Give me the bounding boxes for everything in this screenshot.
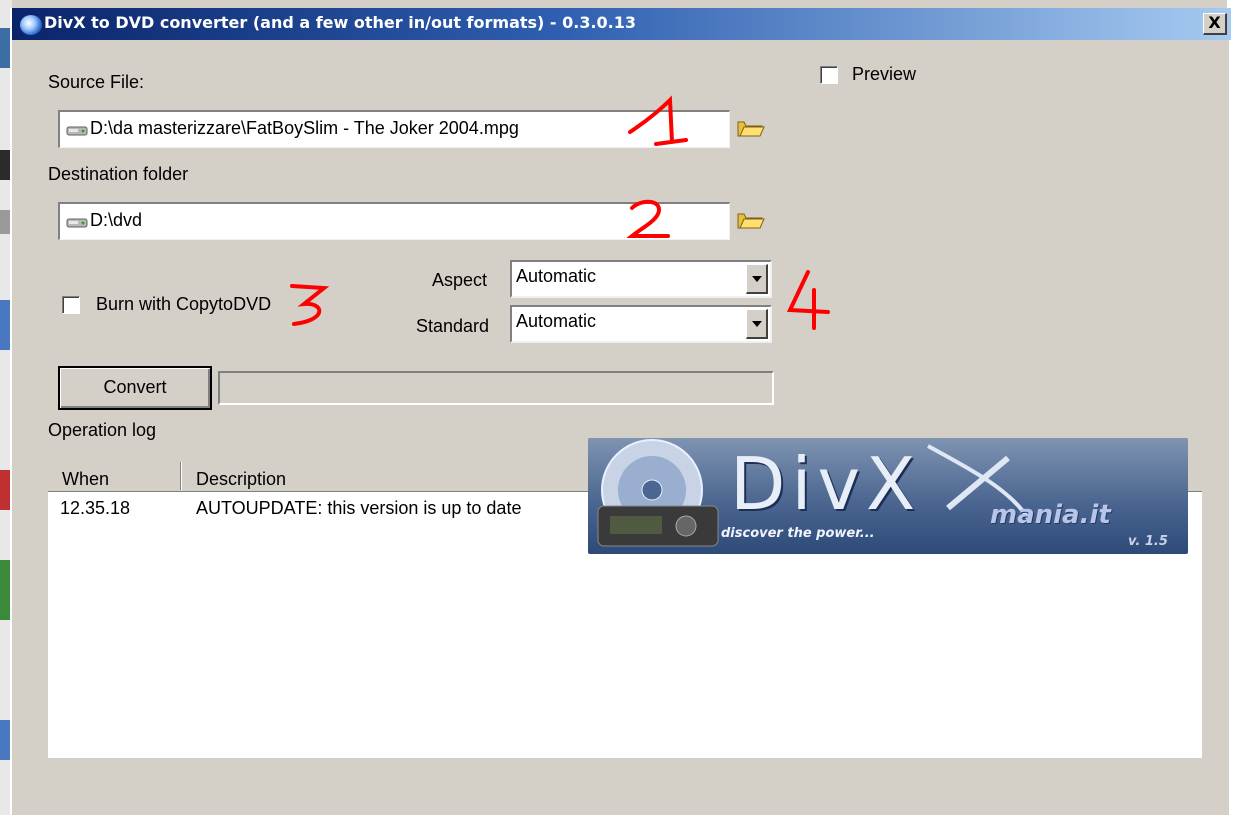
converter-window: DivX to DVD converter (and a few other i… [10,8,1231,815]
title-bar[interactable]: DivX to DVD converter (and a few other i… [12,8,1231,40]
operation-log-label: Operation log [48,420,157,440]
standard-value: Automatic [516,311,597,331]
aspect-dropdown-button[interactable] [746,264,768,294]
column-header-description[interactable]: Description [196,458,286,492]
standard-dropdown-button[interactable] [746,309,768,339]
column-separator[interactable] [180,462,182,490]
annotation-1 [628,95,688,146]
banner-tagline: discover the power... [721,526,875,541]
destination-folder-value: D:\dvd [90,210,143,230]
column-header-when[interactable]: When [62,458,109,492]
log-row-when: 12.35.18 [60,498,131,518]
aspect-value: Automatic [516,266,597,286]
standard-select[interactable]: Automatic [510,305,772,343]
divx-logo: DivX [730,442,922,526]
folder-open-icon[interactable] [736,116,766,140]
burn-checkbox[interactable] [62,296,80,314]
destination-folder-label: Destination folder [48,164,189,184]
close-icon: X [1208,13,1221,32]
dropdown-arrow-icon [752,276,762,282]
folder-open-icon[interactable] [736,208,766,232]
drive-icon [66,218,88,228]
progress-bar [218,371,774,405]
standard-label: Standard [416,316,490,336]
banner-site: mania.it [990,500,1111,530]
preview-checkbox[interactable] [820,66,838,84]
source-file-label: Source File: [48,72,145,92]
preview-label: Preview [852,64,917,84]
source-file-value: D:\da masterizzare\FatBoySlim - The Joke… [90,118,519,138]
divx-mania-banner: DivX discover the power... mania.it v. 1… [588,438,1188,554]
annotation-4 [786,270,830,330]
banner-version: v. 1.5 [1128,534,1168,549]
app-icon [20,15,42,35]
log-row-description: AUTOUPDATE: this version is up to date [196,498,522,518]
drive-icon [66,126,88,136]
window-title: DivX to DVD converter (and a few other i… [44,13,637,32]
close-button[interactable]: X [1203,13,1227,35]
burn-label: Burn with CopytoDVD [96,294,272,314]
annotation-2 [626,199,670,238]
dropdown-arrow-icon [752,321,762,327]
convert-button[interactable]: Convert [58,366,212,410]
aspect-select[interactable]: Automatic [510,260,772,298]
aspect-label: Aspect [432,270,488,290]
annotation-3 [290,284,330,326]
